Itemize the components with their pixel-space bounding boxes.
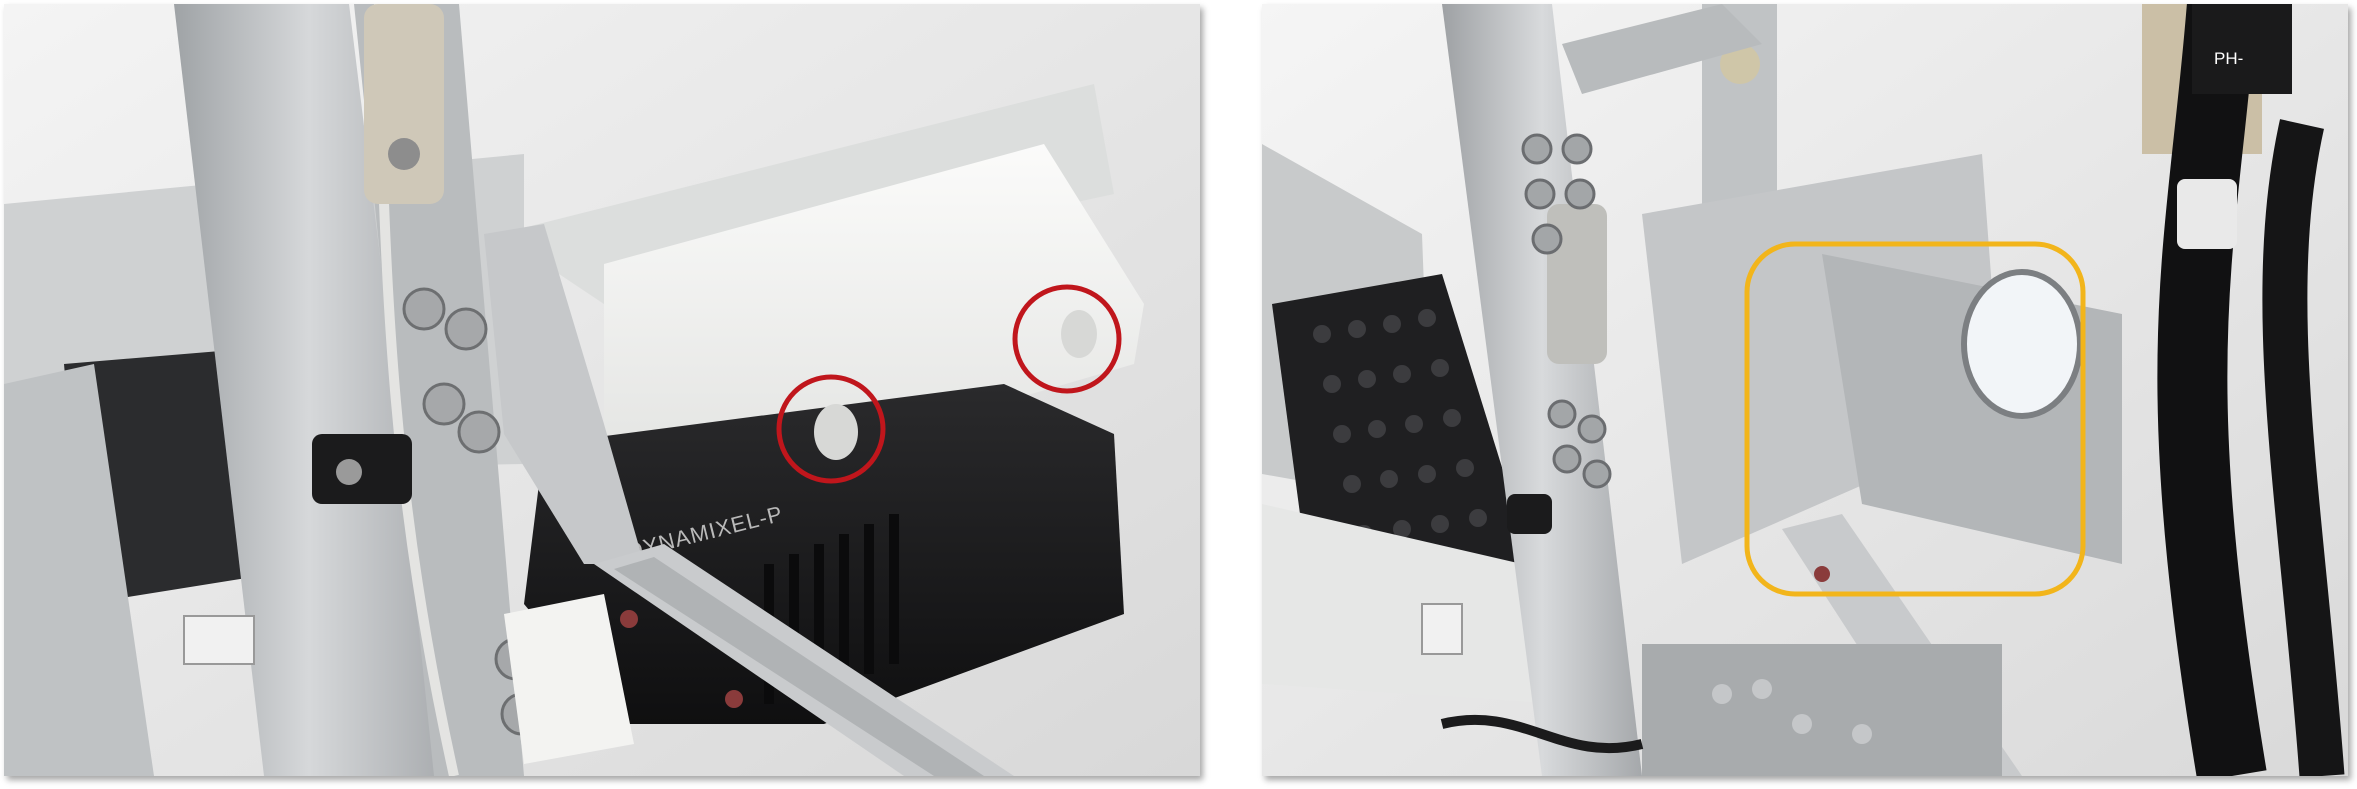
label-text: PH-: [2214, 49, 2243, 68]
cable-clip: [312, 434, 412, 504]
clip-screw: [336, 459, 362, 485]
hole-1: [814, 404, 858, 460]
left-photo-panel: DYNAMIXEL-P: [4, 4, 1200, 776]
right-photo-panel: PH-: [1262, 4, 2348, 776]
cable-clip: [1507, 494, 1552, 534]
connector: [183, 615, 255, 665]
rail-screw-1: [1814, 566, 1830, 582]
connector: [1421, 603, 1463, 655]
round-opening: [1961, 269, 2083, 419]
hole-2: [1061, 310, 1097, 358]
latch-screw: [388, 138, 420, 170]
cable-label: [2177, 179, 2237, 249]
latch-bracket: [364, 4, 444, 204]
rail-screw-2: [725, 690, 743, 708]
rail-screw-1: [620, 610, 638, 628]
right-photo: PH-: [1262, 4, 2348, 776]
base-plate: [1642, 644, 2002, 776]
cable-bundle: [2157, 4, 2267, 776]
left-photo: DYNAMIXEL-P: [4, 4, 1200, 776]
